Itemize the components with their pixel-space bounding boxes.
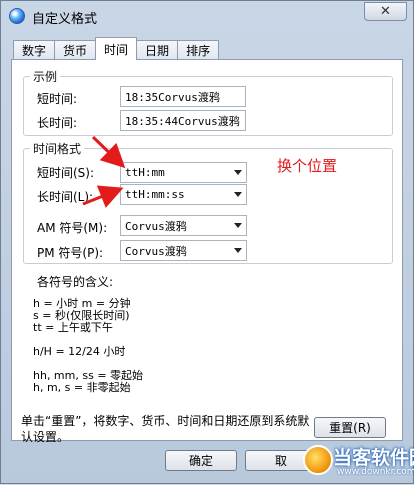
- pm-symbol-label: PM 符号(P):: [37, 246, 104, 260]
- sample-short-label: 短时间:: [37, 92, 78, 106]
- tab-currency[interactable]: 货币: [54, 40, 97, 60]
- watermark-url: www.downkr.com: [337, 467, 414, 477]
- watermark-brand: 当客软件园: [333, 447, 414, 469]
- close-button[interactable]: ✕: [364, 2, 407, 21]
- window-title: 自定义格式: [32, 12, 98, 27]
- symbol-line-4: h/H = 12/24 小时: [33, 345, 126, 358]
- short-time-label: 短时间(S):: [37, 166, 95, 180]
- close-icon: ✕: [380, 4, 391, 19]
- tab-panel-time: 示例 短时间: 18:35Corvus渡鸦 长时间: 18:35:44Corvu…: [11, 59, 403, 441]
- chevron-down-icon[interactable]: [234, 248, 242, 253]
- watermark-logo-icon: [303, 445, 333, 475]
- reset-note: 单击“重置”，将数字、货币、时间和日期还原到系统默认设置。: [21, 414, 310, 444]
- tab-number[interactable]: 数字: [13, 40, 56, 60]
- dialog-window: 自定义格式 ✕ 数字 货币 时间 日期 排序 示例 短时间: 18:35Corv…: [0, 0, 414, 484]
- sample-legend: 示例: [33, 70, 58, 84]
- sample-long-value: 18:35:44Corvus渡鸦: [120, 110, 246, 131]
- short-time-combo[interactable]: ttH:mm: [120, 162, 247, 183]
- chevron-down-icon[interactable]: [234, 192, 242, 197]
- annotation-text: 换个位置: [277, 157, 338, 175]
- title-bar[interactable]: 自定义格式 ✕: [1, 1, 413, 31]
- pm-symbol-combo[interactable]: Corvus渡鸦: [120, 240, 247, 261]
- chevron-down-icon[interactable]: [234, 223, 242, 228]
- am-symbol-combo[interactable]: Corvus渡鸦: [120, 215, 247, 236]
- sample-short-value: 18:35Corvus渡鸦: [120, 86, 246, 107]
- symbols-heading: 各符号的含义:: [37, 275, 114, 289]
- symbol-line-3: tt = 上午或下午: [33, 321, 113, 334]
- reset-button[interactable]: 重置(R): [314, 417, 386, 438]
- tab-time[interactable]: 时间: [95, 37, 138, 60]
- sample-long-label: 长时间:: [37, 116, 78, 130]
- tab-date[interactable]: 日期: [136, 40, 179, 60]
- tab-sort[interactable]: 排序: [177, 40, 220, 60]
- long-time-label: 长时间(L):: [37, 190, 94, 204]
- time-format-legend: 时间格式: [33, 142, 82, 156]
- am-symbol-label: AM 符号(M):: [37, 221, 108, 235]
- chevron-down-icon[interactable]: [234, 170, 242, 175]
- watermark: 当客软件园 www.downkr.com: [303, 441, 414, 481]
- ok-button[interactable]: 确定: [165, 450, 237, 471]
- globe-icon: [9, 8, 25, 24]
- tab-strip: 数字 货币 时间 日期 排序: [13, 37, 220, 60]
- long-time-combo[interactable]: ttH:mm:ss: [120, 184, 247, 205]
- symbol-line-6: h, m, s = 非零起始: [33, 381, 131, 394]
